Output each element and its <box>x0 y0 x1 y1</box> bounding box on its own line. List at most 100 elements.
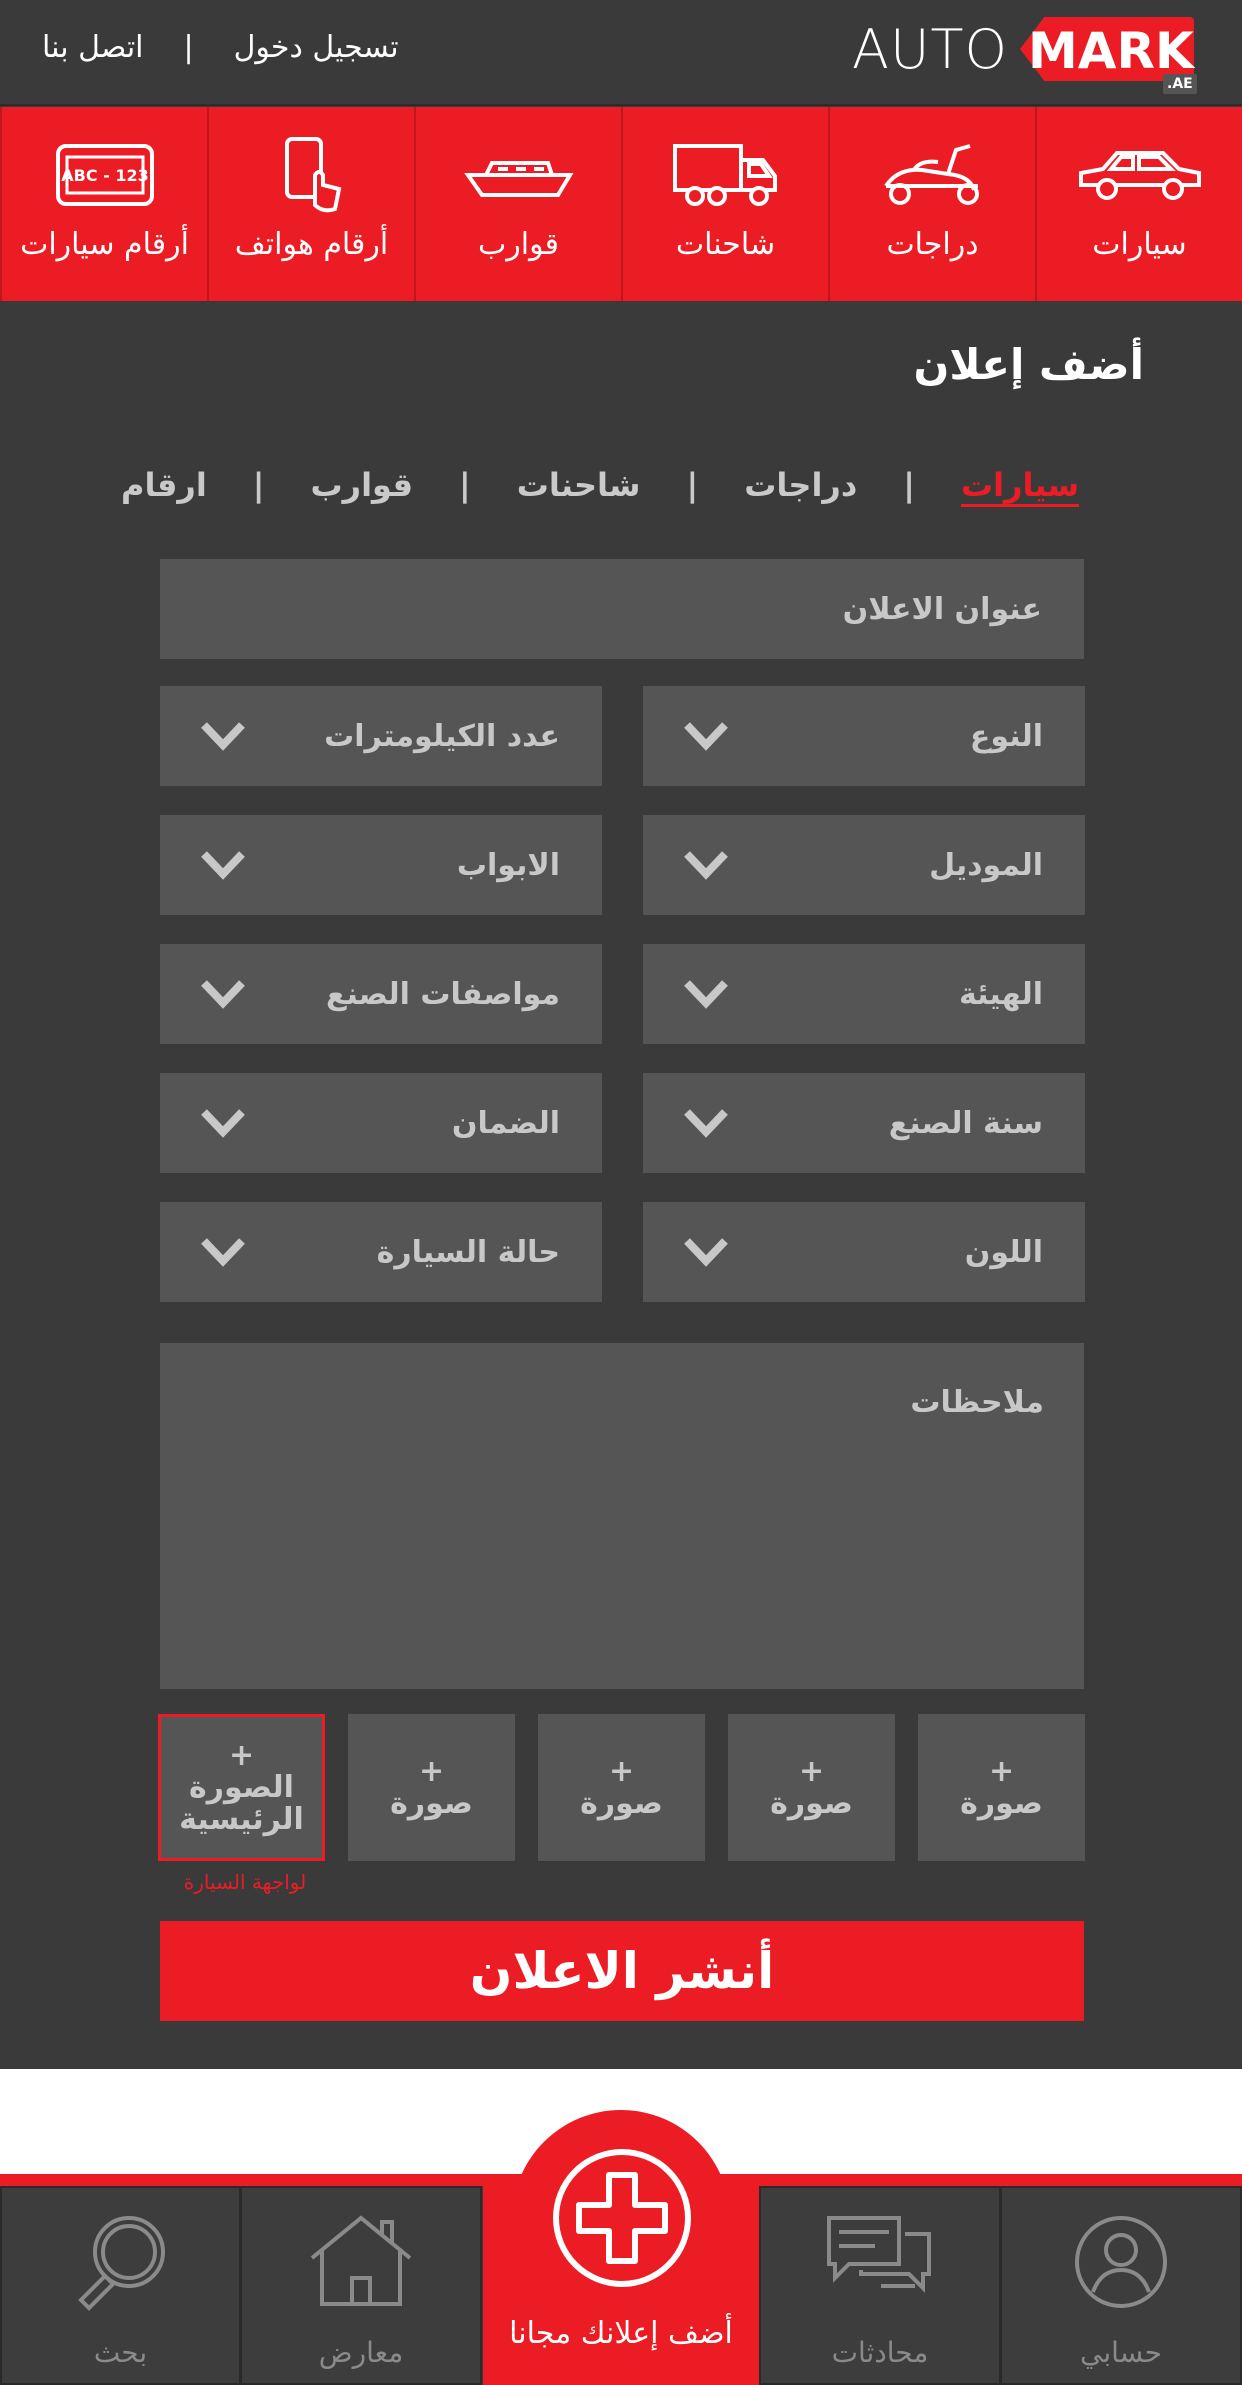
phone-icon <box>209 135 414 215</box>
category-plate-numbers[interactable]: ABC - 123 أرقام سيارات <box>0 107 207 301</box>
chevron-down-icon <box>684 1109 728 1138</box>
category-bikes[interactable]: دراجات <box>828 107 1035 301</box>
chevron-down-icon <box>201 722 245 751</box>
main-photo-note: لواجهة السيارة <box>183 1870 307 1894</box>
truck-icon <box>623 135 828 215</box>
category-cars[interactable]: سيارات <box>1035 107 1242 301</box>
chevron-down-icon <box>684 1238 728 1267</box>
tab-bikes[interactable]: دراجات <box>744 466 857 504</box>
select-label: النوع <box>969 718 1043 754</box>
notes-placeholder: ملاحظات <box>910 1385 1044 1420</box>
chevron-down-icon <box>684 980 728 1009</box>
nav-label: محادثات <box>831 2336 929 2369</box>
ad-title-placeholder: عنوان الاعلان <box>842 591 1042 627</box>
select-label: الهيئة <box>958 976 1043 1012</box>
tab-trucks[interactable]: شاحنات <box>517 466 641 504</box>
category-label: سيارات <box>1092 227 1187 262</box>
chevron-down-icon <box>201 1238 245 1267</box>
logo-mark-text: MARK <box>1028 22 1194 80</box>
automark-logo[interactable]: AUTO MARK .AE <box>852 14 1197 94</box>
nav-showrooms[interactable]: معارض <box>240 2186 482 2385</box>
logo-auto-text: AUTO <box>852 18 1008 81</box>
category-boats[interactable]: قوارب <box>414 107 621 301</box>
select-warranty[interactable]: الضمان <box>160 1073 602 1173</box>
login-link[interactable]: تسجيل دخول <box>234 30 399 65</box>
select-body[interactable]: الهيئة <box>643 944 1085 1044</box>
select-doors[interactable]: الابواب <box>160 815 602 915</box>
type-tabs: سيارات | دراجات | شاحنات | قوارب | ارقام <box>121 466 1079 504</box>
top-links-separator: | <box>183 30 194 65</box>
select-type[interactable]: النوع <box>643 686 1085 786</box>
top-bar: AUTO MARK .AE اتصل بنا | تسجيل دخول <box>0 0 1242 106</box>
select-kilometers[interactable]: عدد الكيلومترات <box>160 686 602 786</box>
tab-cars[interactable]: سيارات <box>961 466 1079 504</box>
logo-tld-text: .AE <box>1163 74 1197 94</box>
select-condition[interactable]: حالة السيارة <box>160 1202 602 1302</box>
boat-icon <box>416 135 621 215</box>
main-photo-slot[interactable]: + الصورة الرئيسية <box>158 1714 325 1861</box>
ad-title-field[interactable]: عنوان الاعلان <box>160 559 1084 659</box>
category-phone-numbers[interactable]: أرقام هواتف <box>207 107 414 301</box>
chevron-down-icon <box>684 851 728 880</box>
category-bar: سيارات دراجات شاحنات قوارب أرقام هواتف A… <box>0 107 1242 301</box>
select-color[interactable]: اللون <box>643 1202 1085 1302</box>
nav-label: حسابي <box>1080 2336 1162 2369</box>
chat-icon <box>761 2212 999 2312</box>
nav-label: بحث <box>93 2336 148 2369</box>
category-label: أرقام هواتف <box>234 227 389 262</box>
photo-label: صورة <box>770 1785 853 1821</box>
nav-label: معارض <box>318 2336 404 2369</box>
photo-label: صورة <box>390 1785 473 1821</box>
plus-icon: + <box>418 1753 445 1789</box>
tab-separator: | <box>252 466 265 504</box>
notes-textarea[interactable]: ملاحظات <box>160 1343 1084 1689</box>
photo-slot[interactable]: + صورة <box>918 1714 1085 1861</box>
plus-icon: + <box>988 1753 1015 1789</box>
category-label: دراجات <box>886 227 979 262</box>
main-photo-label: الصورة الرئيسية <box>179 1769 304 1837</box>
chevron-down-icon <box>684 722 728 751</box>
plus-icon: + <box>608 1753 635 1789</box>
photo-slot[interactable]: + صورة <box>538 1714 705 1861</box>
select-label: الموديل <box>929 847 1043 883</box>
nav-account[interactable]: حسابي <box>1000 2186 1242 2385</box>
select-label: الابواب <box>456 847 560 883</box>
select-label: عدد الكيلومترات <box>324 718 560 754</box>
scooter-icon <box>830 135 1035 215</box>
plus-icon: + <box>228 1737 255 1773</box>
select-label: سنة الصنع <box>888 1105 1043 1141</box>
select-specs[interactable]: مواصفات الصنع <box>160 944 602 1044</box>
chevron-down-icon <box>201 1109 245 1138</box>
photo-slot[interactable]: + صورة <box>728 1714 895 1861</box>
tab-boats[interactable]: قوارب <box>310 466 413 504</box>
photo-label: صورة <box>580 1785 663 1821</box>
search-icon <box>2 2212 239 2312</box>
plus-icon: + <box>798 1753 825 1789</box>
nav-chats[interactable]: محادثات <box>759 2186 1001 2385</box>
chevron-down-icon <box>201 851 245 880</box>
photo-slot[interactable]: + صورة <box>348 1714 515 1861</box>
select-model[interactable]: الموديل <box>643 815 1085 915</box>
contact-link[interactable]: اتصل بنا <box>42 30 144 65</box>
tab-separator: | <box>459 466 471 504</box>
category-label: أرقام سيارات <box>20 227 189 262</box>
category-label: قوارب <box>478 227 559 262</box>
license-plate-icon: ABC - 123 <box>2 135 207 215</box>
select-label: حالة السيارة <box>376 1234 560 1270</box>
chevron-down-icon <box>201 980 245 1009</box>
tab-separator: | <box>903 466 915 504</box>
nav-search[interactable]: بحث <box>0 2186 241 2385</box>
top-links: اتصل بنا | تسجيل دخول <box>42 30 399 65</box>
photo-label: صورة <box>960 1785 1043 1821</box>
add-plus-icon <box>553 2149 691 2287</box>
select-year[interactable]: سنة الصنع <box>643 1073 1085 1173</box>
tab-numbers[interactable]: ارقام <box>121 466 207 504</box>
page-title: أضف إعلان <box>913 340 1144 389</box>
publish-button[interactable]: أنشر الاعلان <box>160 1921 1084 2021</box>
car-icon <box>1037 135 1242 215</box>
category-trucks[interactable]: شاحنات <box>621 107 828 301</box>
nav-label: أضف إعلانك مجانا <box>509 2316 733 2351</box>
plate-text: ABC - 123 <box>61 166 149 185</box>
select-label: اللون <box>964 1234 1043 1270</box>
home-icon <box>242 2212 480 2312</box>
